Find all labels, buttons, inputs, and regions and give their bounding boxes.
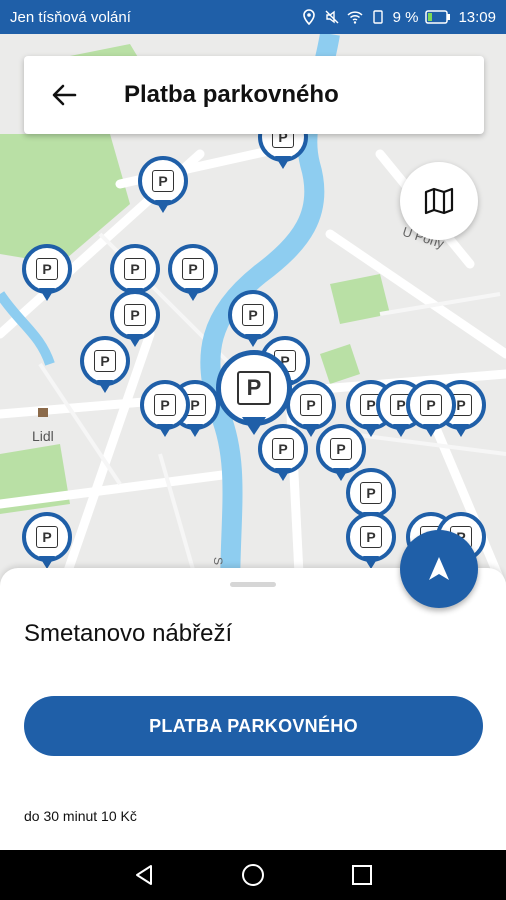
sheet-drag-handle[interactable]	[230, 582, 276, 587]
place-name: Smetanovo nábřeží	[24, 620, 233, 647]
carrier-text: Jen tísňová volání	[10, 8, 131, 26]
bottom-sheet: Smetanovo nábřeží PLATBA PARKOVNÉHO do 3…	[0, 568, 506, 850]
parking-p-icon: P	[237, 371, 271, 405]
parking-p-icon: P	[152, 170, 174, 192]
parking-p-icon: P	[36, 258, 58, 280]
map-icon	[424, 187, 454, 215]
battery-text: 9 %	[392, 8, 419, 26]
system-nav-bar	[0, 850, 506, 900]
parking-p-icon: P	[300, 394, 322, 416]
parking-p-icon: P	[94, 350, 116, 372]
parking-p-icon: P	[272, 438, 294, 460]
parking-p-icon: P	[360, 526, 382, 548]
parking-p-icon: P	[360, 482, 382, 504]
navigation-arrow-icon	[429, 557, 449, 580]
my-location-button[interactable]	[400, 530, 478, 608]
parking-pin[interactable]: P	[140, 380, 190, 440]
parking-p-icon: P	[242, 304, 264, 326]
status-icons: 9 % 13:09	[301, 9, 496, 26]
arrow-left-icon	[52, 84, 77, 106]
parking-pin[interactable]: P	[138, 156, 188, 216]
back-button[interactable]	[24, 56, 104, 134]
parking-pin[interactable]: P	[22, 244, 72, 304]
map-layers-button[interactable]	[400, 162, 478, 240]
battery-icon	[425, 10, 451, 24]
parking-pin[interactable]: P	[168, 244, 218, 304]
parking-p-icon: P	[124, 304, 146, 326]
map-label-street: S	[211, 556, 226, 566]
park-area	[320, 344, 360, 384]
wifi-icon	[347, 11, 363, 24]
park-area	[330, 274, 390, 324]
triangle-back-icon	[136, 865, 153, 885]
selected-parking-pin[interactable]: P	[216, 350, 292, 440]
parking-pin[interactable]: P	[406, 380, 456, 440]
parking-pin[interactable]: P	[346, 512, 396, 572]
parking-p-icon: P	[124, 258, 146, 280]
parking-p-icon: P	[154, 394, 176, 416]
clock-text: 13:09	[458, 8, 496, 26]
nav-home-button[interactable]	[233, 855, 273, 895]
circle-home-icon	[241, 864, 264, 886]
parking-p-icon: P	[36, 526, 58, 548]
nav-recents-button[interactable]	[342, 855, 382, 895]
shop-marker-icon	[38, 408, 48, 417]
page-title: Platba parkovného	[124, 81, 339, 108]
pay-parking-button[interactable]: PLATBA PARKOVNÉHO	[24, 696, 483, 756]
parking-p-icon: P	[420, 394, 442, 416]
sim-icon	[372, 10, 383, 24]
status-bar: Jen tísňová volání 9 % 13:09	[0, 0, 506, 34]
parking-pin[interactable]: P	[22, 512, 72, 572]
tariff-text: do 30 minut 10 Kč	[24, 808, 137, 824]
map-label-shop: Lidl	[32, 428, 54, 444]
parking-p-icon: P	[182, 258, 204, 280]
mute-icon	[325, 10, 339, 24]
square-recents-icon	[351, 865, 372, 885]
header-card: Platba parkovného	[24, 56, 484, 134]
location-icon	[302, 9, 315, 25]
nav-back-button[interactable]	[124, 855, 164, 895]
parking-pin[interactable]: P	[80, 336, 130, 396]
parking-p-icon: P	[330, 438, 352, 460]
